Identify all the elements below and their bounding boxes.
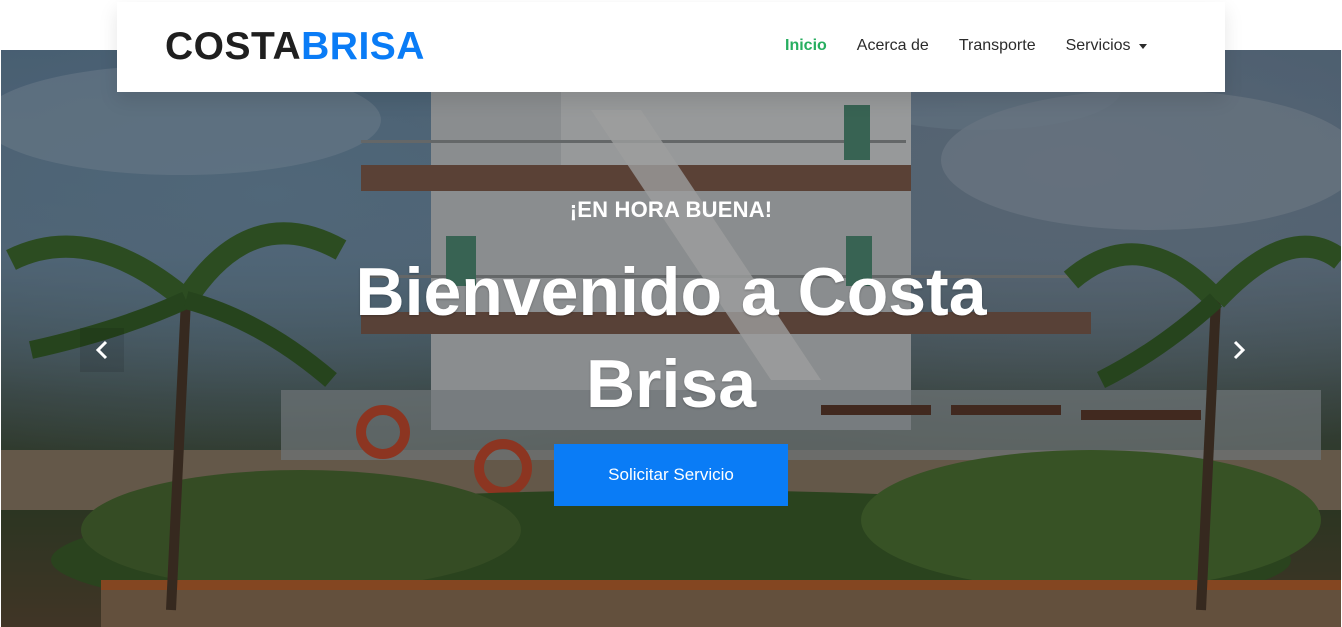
caret-down-icon [1138,43,1147,49]
hero-caption: ¡EN HORA BUENA! Bienvenido a Costa Brisa… [1,50,1341,627]
hero-title: Bienvenido a Costa Brisa [355,254,987,422]
nav-item-servicios-label: Servicios [1065,37,1131,54]
brand-logo[interactable]: COSTABRISA [165,25,425,69]
hero-kicker: ¡EN HORA BUENA! [569,197,773,222]
nav-item-acerca-de[interactable]: Acerca de [857,37,929,55]
carousel-prev-button[interactable] [80,328,124,372]
hero-carousel: ¡EN HORA BUENA! Bienvenido a Costa Brisa… [1,50,1341,627]
brand-name-part2: BRISA [301,25,425,68]
page: ¡EN HORA BUENA! Bienvenido a Costa Brisa… [0,0,1342,627]
carousel-next-button[interactable] [1217,328,1261,372]
brand-name-part1: COSTA [165,25,302,68]
navbar: COSTABRISA Inicio Acerca de Transporte S… [117,2,1225,92]
nav-item-servicios[interactable]: Servicios [1066,37,1147,55]
request-service-button[interactable]: Solicitar Servicio [554,444,788,506]
chevron-left-icon [95,340,108,360]
chevron-right-icon [1233,340,1246,360]
main-nav: Inicio Acerca de Transporte Servicios [785,37,1147,55]
nav-item-inicio[interactable]: Inicio [785,37,827,55]
nav-item-transporte[interactable]: Transporte [959,37,1036,55]
